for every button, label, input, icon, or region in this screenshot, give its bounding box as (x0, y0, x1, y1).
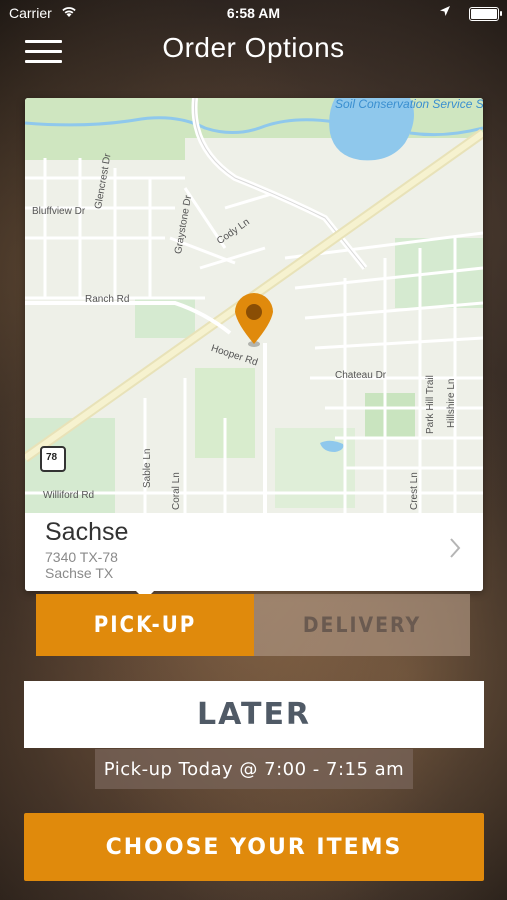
map-label-crest: Crest Ln (409, 472, 420, 510)
map-label-williford: Williford Rd (43, 490, 95, 501)
map-label-ranch: Ranch Rd (85, 294, 130, 305)
store-map[interactable]: Soil Conservation Service Site 7 Reservo… (25, 98, 483, 513)
choose-items-button[interactable]: CHOOSE YOUR ITEMS (24, 813, 484, 881)
pickup-toggle-button[interactable]: PICK-UP (36, 594, 254, 656)
store-info-row[interactable]: Sachse 7340 TX-78 Sachse TX (25, 513, 483, 591)
map-label-coral: Coral Ln (171, 472, 182, 510)
store-name: Sachse (45, 518, 129, 546)
store-address: 7340 TX-78 (45, 549, 118, 565)
location-arrow-icon (439, 5, 451, 21)
map-label-chateau: Chateau Dr (335, 370, 387, 381)
map-label-bluffview: Bluffview Dr (32, 206, 86, 217)
later-button[interactable]: LATER (24, 681, 484, 748)
map-label-parkhill: Park Hill Trail (425, 375, 436, 434)
store-card: Soil Conservation Service Site 7 Reservo… (25, 98, 483, 591)
map-label-sable: Sable Ln (142, 448, 153, 488)
map-label-reservoir: Soil Conservation Service Site 7 Reservo… (335, 98, 483, 111)
pickup-time-label: Pick-up Today @ 7:00 - 7:15 am (95, 749, 413, 789)
store-city: Sachse TX (45, 565, 114, 581)
page-title: Order Options (162, 32, 345, 63)
status-bar: Carrier 6:58 AM (0, 0, 507, 28)
highway-shield-icon: 78 (46, 452, 58, 463)
clock: 6:58 AM (226, 5, 281, 21)
map-label-hillshire: Hillshire Ln (446, 378, 457, 428)
nav-bar: Order Options (0, 28, 507, 74)
delivery-toggle-button[interactable]: DELIVERY (254, 594, 470, 656)
battery-icon (469, 7, 502, 21)
chevron-right-icon (449, 537, 461, 563)
